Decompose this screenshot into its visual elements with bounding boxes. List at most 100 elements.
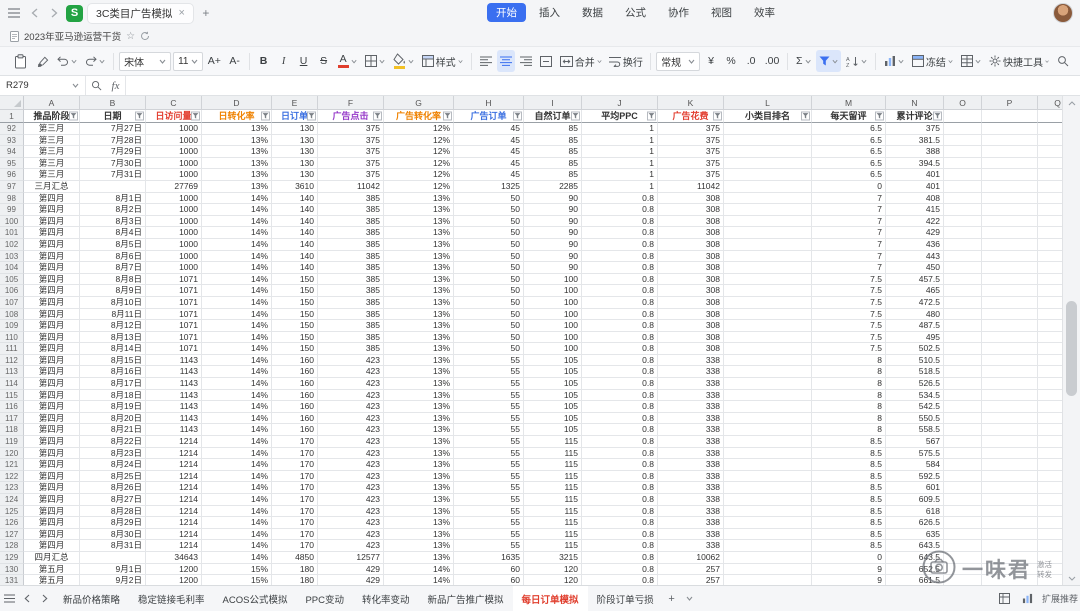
column-header-L[interactable]: L <box>724 96 812 110</box>
row-number-123[interactable]: 123 <box>0 482 24 494</box>
cell-K106[interactable]: 308 <box>658 285 724 297</box>
cell-G113[interactable]: 13% <box>384 366 454 378</box>
column-header-N[interactable]: N <box>886 96 944 110</box>
cell-P105[interactable] <box>982 274 1038 286</box>
cell-M118[interactable]: 8 <box>812 424 886 436</box>
cell-D129[interactable]: 14% <box>202 552 272 564</box>
cell-D125[interactable]: 14% <box>202 506 272 518</box>
cell-K107[interactable]: 308 <box>658 297 724 309</box>
cell-J118[interactable]: 0.8 <box>582 424 658 436</box>
filter-dropdown-icon[interactable] <box>69 112 78 121</box>
cell-D124[interactable]: 14% <box>202 494 272 506</box>
cell-E110[interactable]: 150 <box>272 332 318 344</box>
cell-F94[interactable]: 375 <box>318 146 384 158</box>
cell-M104[interactable]: 7 <box>812 262 886 274</box>
cell-E103[interactable]: 140 <box>272 251 318 263</box>
cell-I124[interactable]: 115 <box>524 494 582 506</box>
row-number-102[interactable]: 102 <box>0 239 24 251</box>
cell-F95[interactable]: 375 <box>318 158 384 170</box>
cell-K103[interactable]: 308 <box>658 251 724 263</box>
cell-M108[interactable]: 7.5 <box>812 309 886 321</box>
menu-home[interactable]: 开始 <box>487 3 526 22</box>
cell-J104[interactable]: 0.8 <box>582 262 658 274</box>
cell-I93[interactable]: 85 <box>524 135 582 147</box>
cell-L127[interactable] <box>724 529 812 541</box>
cell-E116[interactable]: 160 <box>272 401 318 413</box>
cell-H126[interactable]: 55 <box>454 517 524 529</box>
cell-B98[interactable]: 8月1日 <box>80 193 146 205</box>
cell-E98[interactable]: 140 <box>272 193 318 205</box>
cell-F105[interactable]: 385 <box>318 274 384 286</box>
cell-N109[interactable]: 487.5 <box>886 320 944 332</box>
cell-G129[interactable]: 13% <box>384 552 454 564</box>
cell-K130[interactable]: 257 <box>658 564 724 576</box>
cell-D98[interactable]: 14% <box>202 193 272 205</box>
menu-data[interactable]: 数据 <box>573 3 612 22</box>
cell-J121[interactable]: 0.8 <box>582 459 658 471</box>
cell-E113[interactable]: 160 <box>272 366 318 378</box>
cell-H116[interactable]: 55 <box>454 401 524 413</box>
header-cell-J1[interactable]: 平均PPC <box>582 110 658 123</box>
row-number-113[interactable]: 113 <box>0 366 24 378</box>
cell-E109[interactable]: 150 <box>272 320 318 332</box>
cell-O111[interactable] <box>944 343 982 355</box>
row-number-125[interactable]: 125 <box>0 506 24 518</box>
cell-F104[interactable]: 385 <box>318 262 384 274</box>
cell-O126[interactable] <box>944 517 982 529</box>
cell-F115[interactable]: 423 <box>318 390 384 402</box>
cell-N98[interactable]: 408 <box>886 193 944 205</box>
cell-M111[interactable]: 7.5 <box>812 343 886 355</box>
cell-N130[interactable]: 652.5 <box>886 564 944 576</box>
cell-N94[interactable]: 388 <box>886 146 944 158</box>
cell-P112[interactable] <box>982 355 1038 367</box>
cell-N92[interactable]: 375 <box>886 123 944 135</box>
cell-B125[interactable]: 8月28日 <box>80 506 146 518</box>
cell-H120[interactable]: 55 <box>454 448 524 460</box>
cell-J131[interactable]: 0.8 <box>582 575 658 585</box>
cell-P125[interactable] <box>982 506 1038 518</box>
cell-I131[interactable]: 120 <box>524 575 582 585</box>
cell-B122[interactable]: 8月25日 <box>80 471 146 483</box>
row-number-127[interactable]: 127 <box>0 529 24 541</box>
cell-H121[interactable]: 55 <box>454 459 524 471</box>
cell-F119[interactable]: 423 <box>318 436 384 448</box>
cell-G95[interactable]: 12% <box>384 158 454 170</box>
cell-C110[interactable]: 1071 <box>146 332 202 344</box>
cell-P120[interactable] <box>982 448 1038 460</box>
cell-P124[interactable] <box>982 494 1038 506</box>
cell-F112[interactable]: 423 <box>318 355 384 367</box>
cell-A114[interactable]: 第四月 <box>24 378 80 390</box>
cell-H114[interactable]: 55 <box>454 378 524 390</box>
cell-C112[interactable]: 1143 <box>146 355 202 367</box>
cell-K94[interactable]: 375 <box>658 146 724 158</box>
cell-C121[interactable]: 1214 <box>146 459 202 471</box>
cell-F121[interactable]: 423 <box>318 459 384 471</box>
cell-J103[interactable]: 0.8 <box>582 251 658 263</box>
cell-I100[interactable]: 90 <box>524 216 582 228</box>
cell-B101[interactable]: 8月4日 <box>80 227 146 239</box>
cell-E105[interactable]: 150 <box>272 274 318 286</box>
sheet-tab-stable-link-margin[interactable]: 稳定链接毛利率 <box>129 586 214 611</box>
cell-E131[interactable]: 180 <box>272 575 318 585</box>
cell-J115[interactable]: 0.8 <box>582 390 658 402</box>
cell-B118[interactable]: 8月21日 <box>80 424 146 436</box>
menu-view[interactable]: 视图 <box>702 3 741 22</box>
cell-C126[interactable]: 1214 <box>146 517 202 529</box>
cell-L125[interactable] <box>724 506 812 518</box>
cell-D95[interactable]: 13% <box>202 158 272 170</box>
cell-C98[interactable]: 1000 <box>146 193 202 205</box>
cell-D110[interactable]: 14% <box>202 332 272 344</box>
cell-D96[interactable]: 13% <box>202 169 272 181</box>
cell-N99[interactable]: 415 <box>886 204 944 216</box>
cell-J107[interactable]: 0.8 <box>582 297 658 309</box>
cell-O112[interactable] <box>944 355 982 367</box>
undo-button[interactable] <box>54 50 80 72</box>
bold-button[interactable]: B <box>255 50 273 72</box>
cell-B92[interactable]: 7月27日 <box>80 123 146 135</box>
cell-O128[interactable] <box>944 540 982 552</box>
cell-L120[interactable] <box>724 448 812 460</box>
cell-D115[interactable]: 14% <box>202 390 272 402</box>
cell-K126[interactable]: 338 <box>658 517 724 529</box>
header-cell-A1[interactable]: 推品阶段 <box>24 110 80 123</box>
cell-J105[interactable]: 0.8 <box>582 274 658 286</box>
